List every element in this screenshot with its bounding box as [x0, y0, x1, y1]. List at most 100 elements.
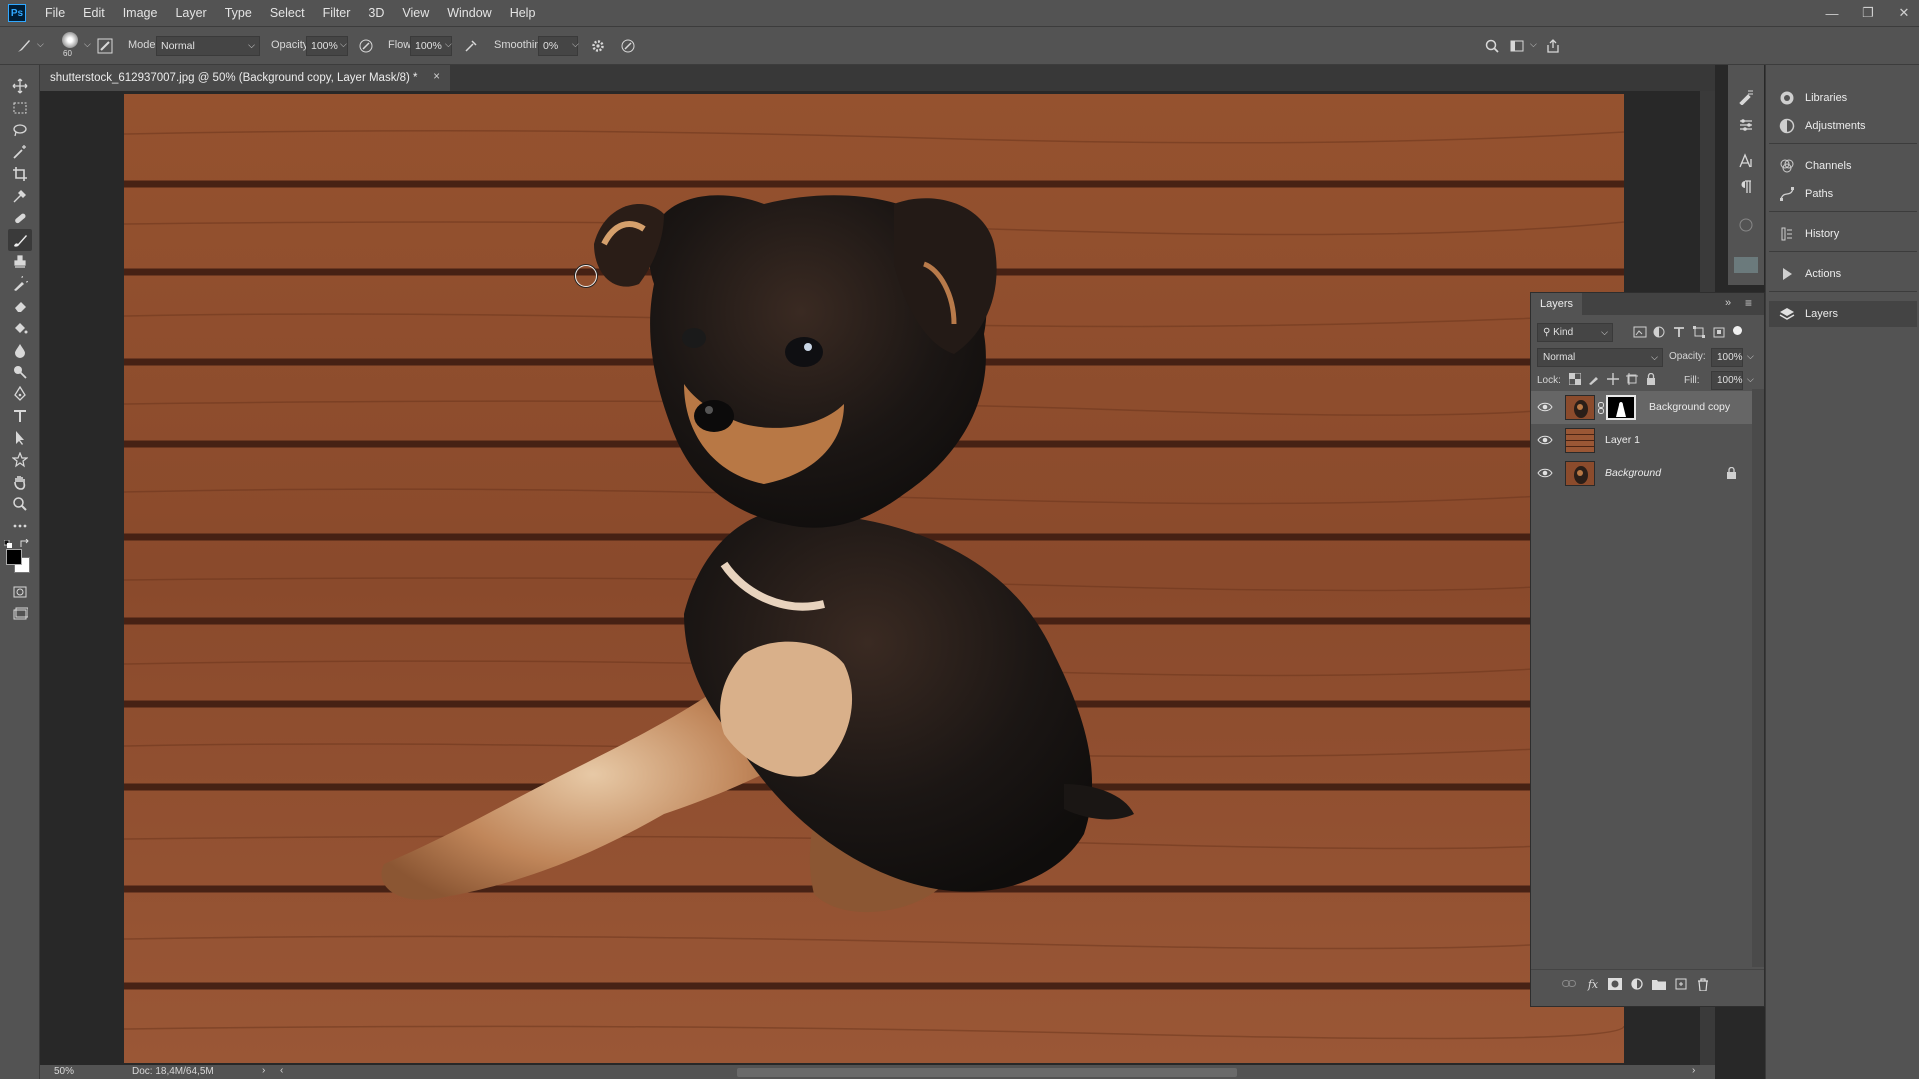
brush-preview-icon[interactable]	[62, 32, 78, 48]
visibility-eye-icon[interactable]	[1537, 466, 1553, 480]
quick-mask-icon[interactable]	[8, 581, 32, 603]
document-size[interactable]: Doc: 18,4M/64,5M	[132, 1066, 214, 1077]
new-group-icon[interactable]	[1651, 977, 1667, 991]
layer-thumbnail[interactable]	[1565, 428, 1595, 453]
chevron-down-icon[interactable]: ⌵	[84, 39, 91, 50]
pressure-opacity-icon[interactable]	[356, 36, 376, 56]
minimize-icon[interactable]: —	[1825, 6, 1839, 21]
lock-icon[interactable]	[1726, 467, 1737, 479]
panel-layers[interactable]: Layers	[1769, 301, 1917, 327]
brush-tool-preset-icon[interactable]	[14, 36, 34, 56]
layer-name[interactable]: Background	[1605, 467, 1661, 479]
horizontal-scrollbar-thumb[interactable]	[737, 1068, 1237, 1077]
layers-scrollbar[interactable]	[1752, 389, 1764, 967]
panel-actions[interactable]: Actions	[1769, 261, 1917, 287]
paint-bucket-icon[interactable]	[8, 317, 32, 339]
lock-all-icon[interactable]	[1645, 373, 1657, 385]
close-icon[interactable]: ×	[433, 71, 440, 83]
restore-icon[interactable]: ❐	[1861, 5, 1875, 20]
lock-position-icon[interactable]	[1607, 373, 1619, 385]
layer-row-background-copy[interactable]: Background copy	[1531, 391, 1752, 424]
menu-help[interactable]: Help	[501, 6, 545, 20]
close-window-icon[interactable]: ✕	[1897, 5, 1911, 20]
pressure-size-icon[interactable]	[618, 36, 638, 56]
search-icon[interactable]	[1482, 36, 1502, 56]
chevron-down-icon[interactable]: ⌵	[1747, 374, 1754, 385]
layer-name[interactable]: Layer 1	[1605, 434, 1640, 446]
more-tools-icon[interactable]	[8, 515, 32, 537]
filter-type-icon[interactable]	[1673, 326, 1685, 338]
chevron-down-icon[interactable]: ⌵	[340, 39, 347, 50]
paragraph-icon[interactable]	[1734, 175, 1758, 199]
menu-filter[interactable]: Filter	[314, 6, 360, 20]
swap-colors-icon[interactable]	[20, 539, 30, 549]
blend-mode-select[interactable]: Normal ⌵	[1537, 348, 1663, 367]
properties-icon[interactable]	[1734, 113, 1758, 137]
workspace-icon[interactable]	[1507, 36, 1527, 56]
layer-filter-select[interactable]: ⚲ Kind ⌵	[1537, 323, 1613, 342]
chevron-down-icon[interactable]: ⌵	[1747, 351, 1754, 362]
magic-wand-icon[interactable]	[8, 141, 32, 163]
healing-brush-icon[interactable]	[8, 207, 32, 229]
chevron-right-icon[interactable]: ›	[262, 1065, 265, 1076]
document-image[interactable]	[124, 94, 1624, 1063]
layer-thumbnail[interactable]	[1565, 461, 1595, 486]
menu-layer[interactable]: Layer	[166, 6, 215, 20]
lock-artboard-icon[interactable]	[1626, 373, 1638, 385]
new-layer-icon[interactable]	[1673, 977, 1689, 991]
lock-transparent-icon[interactable]	[1569, 373, 1581, 385]
brush-tool-icon[interactable]	[8, 229, 32, 251]
chevron-down-icon[interactable]: ⌵	[1530, 39, 1537, 50]
filter-adjustment-icon[interactable]	[1653, 326, 1665, 338]
visibility-eye-icon[interactable]	[1537, 400, 1553, 414]
history-brush-icon[interactable]	[8, 273, 32, 295]
menu-view[interactable]: View	[393, 6, 438, 20]
airbrush-icon[interactable]	[461, 36, 481, 56]
crop-tool-icon[interactable]	[8, 163, 32, 185]
menu-file[interactable]: File	[36, 6, 74, 20]
document-tab[interactable]: shutterstock_612937007.jpg @ 50% (Backgr…	[40, 65, 450, 91]
eyedropper-icon[interactable]	[8, 185, 32, 207]
add-mask-icon[interactable]	[1607, 977, 1623, 991]
layer-opacity-input[interactable]: 100%	[1711, 348, 1743, 367]
scroll-left-icon[interactable]: ‹	[280, 1065, 283, 1076]
panel-channels[interactable]: Channels	[1769, 153, 1917, 179]
scroll-right-icon[interactable]: ›	[1692, 1065, 1695, 1076]
marquee-tool-icon[interactable]	[8, 97, 32, 119]
fill-input[interactable]: 100%	[1711, 371, 1743, 390]
fx-icon[interactable]: fx	[1585, 977, 1601, 991]
layer-thumbnail[interactable]	[1565, 395, 1595, 420]
menu-3d[interactable]: 3D	[359, 6, 393, 20]
layer-name[interactable]: Background copy	[1649, 401, 1730, 413]
panel-paths[interactable]: Paths	[1769, 181, 1917, 207]
brush-settings-panel-icon[interactable]	[95, 36, 115, 56]
gear-icon[interactable]	[588, 36, 608, 56]
trash-icon[interactable]	[1695, 977, 1711, 991]
visibility-eye-icon[interactable]	[1537, 433, 1553, 447]
zoom-level[interactable]: 50%	[54, 1066, 74, 1077]
panel-libraries[interactable]: Libraries	[1769, 85, 1917, 111]
lasso-tool-icon[interactable]	[8, 119, 32, 141]
tool-presets-icon[interactable]	[1734, 213, 1758, 237]
eraser-icon[interactable]	[8, 295, 32, 317]
layer-row-background[interactable]: Background	[1531, 457, 1752, 490]
zoom-tool-icon[interactable]	[8, 493, 32, 515]
swatch-thumb-icon[interactable]	[1734, 257, 1758, 273]
link-icon[interactable]	[1598, 402, 1604, 414]
menu-type[interactable]: Type	[216, 6, 261, 20]
layer-mask-thumbnail[interactable]	[1606, 395, 1636, 420]
filter-smart-object-icon[interactable]	[1713, 326, 1725, 338]
filter-pixel-icon[interactable]	[1633, 326, 1647, 338]
canvas-area[interactable]	[40, 91, 1715, 1065]
link-layers-icon[interactable]	[1561, 977, 1577, 991]
path-selection-icon[interactable]	[8, 427, 32, 449]
lock-pixels-icon[interactable]	[1588, 373, 1600, 385]
mode-select[interactable]: Normal ⌵	[156, 36, 260, 56]
new-adjustment-layer-icon[interactable]	[1629, 977, 1645, 991]
filter-toggle-icon[interactable]	[1733, 326, 1742, 335]
blur-tool-icon[interactable]	[8, 339, 32, 361]
collapse-panel-icon[interactable]: »	[1725, 297, 1731, 309]
menu-select[interactable]: Select	[261, 6, 314, 20]
hand-tool-icon[interactable]	[8, 471, 32, 493]
panel-adjustments[interactable]: Adjustments	[1769, 113, 1917, 139]
